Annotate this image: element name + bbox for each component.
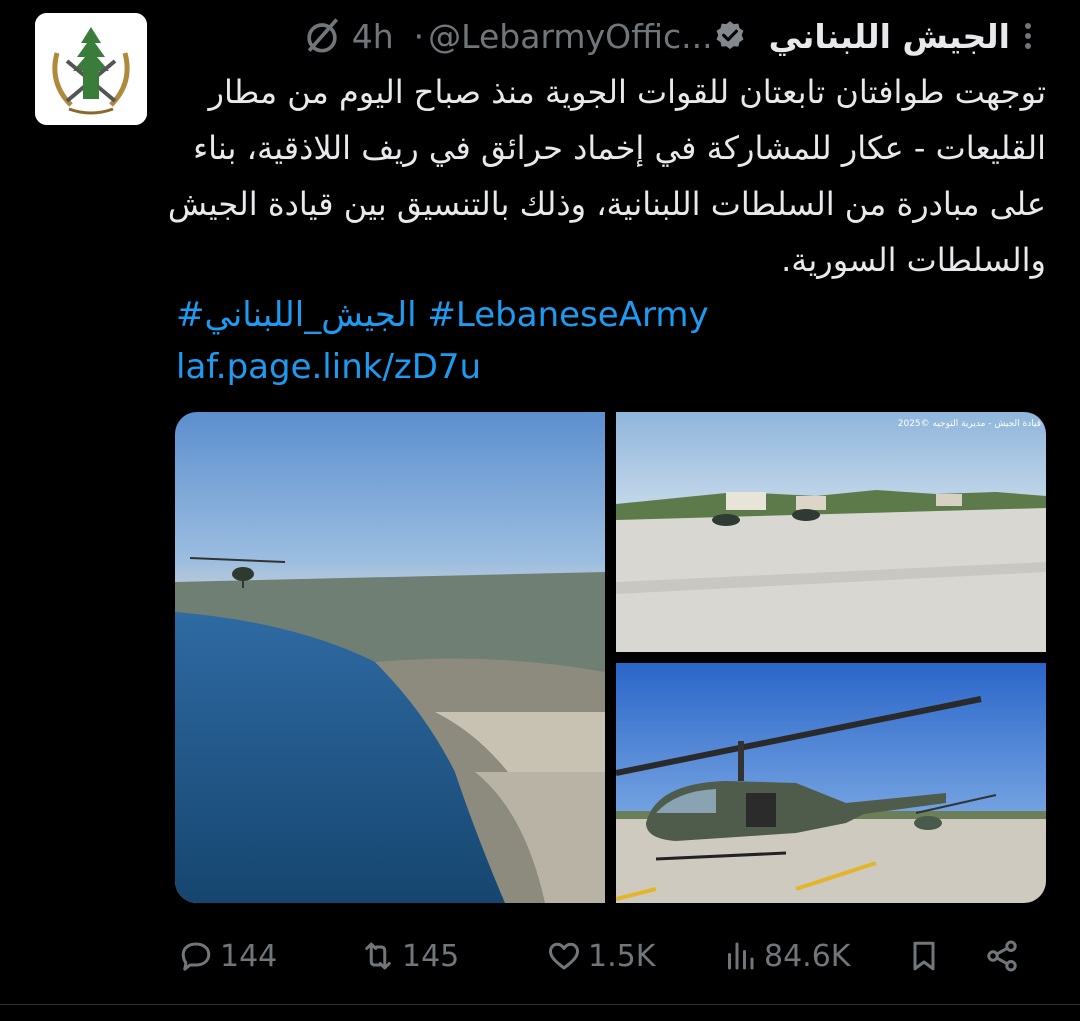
tweet-header: 4h · @LebarmyOffic... الجيش اللبناني: [190, 14, 1010, 58]
reply-button[interactable]: 144: [178, 930, 277, 982]
photo-caption: قيادة الجيش - مديرية التوجيه ©2025: [898, 419, 1041, 429]
tweet-link[interactable]: laf.page.link/zD7u: [176, 344, 481, 390]
author-handle[interactable]: @LebarmyOffic...: [428, 17, 712, 56]
retweet-icon: [365, 942, 391, 970]
like-button[interactable]: 1.5K: [546, 930, 655, 982]
tweet-time[interactable]: 4h: [352, 17, 394, 56]
tweet-text: توجهت طوافتان تابعتان للقوات الجوية منذ …: [167, 73, 1046, 279]
avatar[interactable]: [35, 13, 147, 125]
mute-icon[interactable]: [300, 14, 344, 58]
photo-helicopter[interactable]: [616, 663, 1046, 903]
views-count: 84.6K: [764, 938, 851, 974]
heart-icon: [549, 942, 579, 970]
photo-airfield[interactable]: قيادة الجيش - مديرية التوجيه ©2025: [616, 412, 1046, 652]
reply-icon: [181, 942, 211, 971]
hashtags: #الجيش_اللبناني #LebaneseArmy: [176, 292, 1036, 338]
verified-badge-icon: [716, 21, 744, 50]
hashtag-lebanese-army-arabic[interactable]: #الجيش_اللبناني: [176, 295, 417, 335]
hashtag-lebanese-army[interactable]: #LebaneseArmy: [427, 295, 708, 335]
views-icon: [728, 942, 754, 970]
share-icon: [987, 940, 1017, 972]
retweet-count: 145: [402, 938, 460, 974]
retweet-button[interactable]: 145: [360, 930, 459, 982]
separator-dot: ·: [413, 16, 425, 56]
share-button[interactable]: [984, 930, 1026, 982]
views-button[interactable]: 84.6K: [722, 930, 850, 982]
more-vertical-icon[interactable]: [1016, 14, 1040, 58]
reply-count: 144: [220, 938, 278, 974]
author-name[interactable]: الجيش اللبناني: [769, 17, 1010, 56]
bookmark-button[interactable]: [906, 930, 948, 982]
lebanese-army-emblem-icon: [35, 13, 147, 125]
photo-aerial-coast[interactable]: [175, 412, 605, 903]
action-bar: 144 145 1.5K 84.6K: [0, 930, 1080, 982]
bookmark-icon: [913, 941, 935, 971]
photo-grid: قيادة الجيش - مديرية التوجيه ©2025: [175, 412, 1046, 903]
divider: [0, 1004, 1080, 1005]
like-count: 1.5K: [588, 938, 656, 974]
